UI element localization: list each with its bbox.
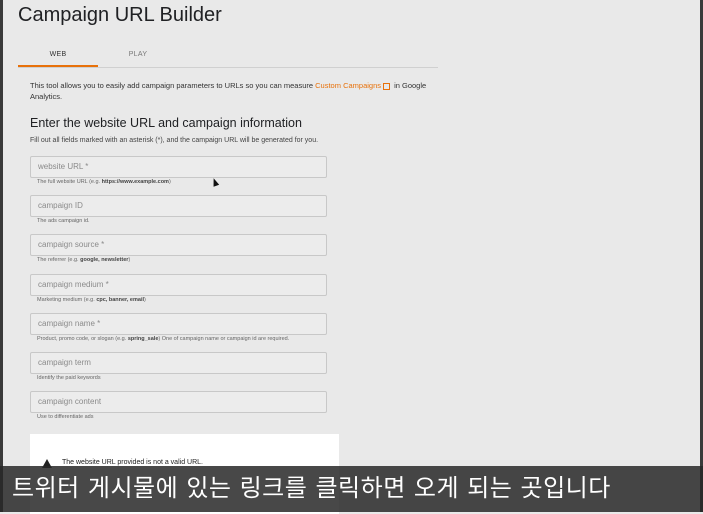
intro-paragraph: This tool allows you to easily add campa… xyxy=(30,80,430,102)
window-left-edge xyxy=(0,0,3,512)
campaign-medium-placeholder: campaign medium * xyxy=(38,280,109,289)
campaign-source-hint: The referrer (e.g. google, newsletter) xyxy=(37,257,131,263)
mouse-cursor-icon xyxy=(210,177,220,187)
campaign-name-hint: Product, promo code, or slogan (e.g. spr… xyxy=(37,336,290,342)
campaign-term-placeholder: campaign term xyxy=(38,358,91,367)
website-url-hint: The full website URL (e.g. https://www.e… xyxy=(37,179,171,185)
campaign-id-input[interactable]: campaign ID xyxy=(30,195,327,217)
campaign-medium-hint: Marketing medium (e.g. cpc, banner, emai… xyxy=(37,297,146,303)
section-title: Enter the website URL and campaign infor… xyxy=(30,116,302,130)
campaign-source-placeholder: campaign source * xyxy=(38,240,105,249)
campaign-name-placeholder: campaign name * xyxy=(38,319,101,328)
tabs-divider xyxy=(18,67,438,68)
campaign-source-input[interactable]: campaign source * xyxy=(30,234,327,256)
campaign-content-hint: Use to differentiate ads xyxy=(37,414,94,420)
video-subtitle-text: 트위터 게시물에 있는 링크를 클릭하면 오게 되는 곳입니다 xyxy=(12,474,611,502)
intro-text-before: This tool allows you to easily add campa… xyxy=(30,81,316,90)
warning-text: The website URL provided is not a valid … xyxy=(62,459,203,466)
custom-campaigns-link[interactable]: Custom Campaigns xyxy=(315,81,381,90)
campaign-term-input[interactable]: campaign term xyxy=(30,352,327,374)
external-link-icon xyxy=(383,82,390,90)
tab-web[interactable]: WEB xyxy=(18,44,98,66)
tab-bar: WEB PLAY xyxy=(18,44,438,68)
section-subtitle: Fill out all fields marked with an aster… xyxy=(30,137,319,144)
website-url-placeholder: website URL * xyxy=(38,162,89,171)
campaign-content-placeholder: campaign content xyxy=(38,397,102,406)
tab-play[interactable]: PLAY xyxy=(113,44,163,66)
campaign-medium-input[interactable]: campaign medium * xyxy=(30,274,327,296)
campaign-term-hint: Identify the paid keywords xyxy=(37,375,101,381)
campaign-name-input[interactable]: campaign name * xyxy=(30,313,327,335)
campaign-id-hint: The ads campaign id. xyxy=(37,218,90,224)
website-url-input[interactable]: website URL * xyxy=(30,156,327,178)
page-title: Campaign URL Builder xyxy=(18,4,222,26)
campaign-content-input[interactable]: campaign content xyxy=(30,391,327,413)
campaign-id-placeholder: campaign ID xyxy=(38,201,83,210)
